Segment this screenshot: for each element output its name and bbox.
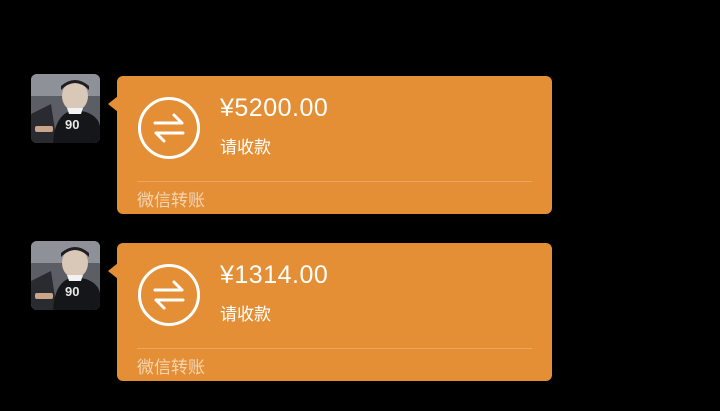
transfer-bubble[interactable]: ¥1314.00 请收款 微信转账 — [108, 243, 552, 381]
transfer-arrows-icon — [138, 97, 200, 159]
divider — [137, 348, 532, 349]
avatar[interactable]: 90 — [31, 74, 100, 143]
message-row: 90 ¥5200.00 请收款 微信转账 — [0, 74, 720, 214]
transfer-amount: ¥5200.00 — [220, 94, 329, 122]
chat-area: 90 ¥5200.00 请收款 微信转账 90 ¥1314.00 请收款 微信转… — [0, 0, 720, 411]
divider — [137, 181, 532, 182]
transfer-source-label: 微信转账 — [137, 358, 205, 378]
user-photo-icon: 90 — [31, 74, 100, 143]
transfer-status: 请收款 — [220, 138, 271, 158]
svg-text:90: 90 — [65, 117, 79, 132]
transfer-status: 请收款 — [220, 305, 271, 325]
bubble-tail — [108, 263, 118, 279]
transfer-amount: ¥1314.00 — [220, 261, 329, 289]
avatar[interactable]: 90 — [31, 241, 100, 310]
user-photo-icon: 90 — [31, 241, 100, 310]
transfer-source-label: 微信转账 — [137, 191, 205, 211]
svg-text:90: 90 — [65, 284, 79, 299]
transfer-bubble[interactable]: ¥5200.00 请收款 微信转账 — [108, 76, 552, 214]
message-row: 90 ¥1314.00 请收款 微信转账 — [0, 241, 720, 381]
bubble-tail — [108, 96, 118, 112]
transfer-arrows-icon — [138, 264, 200, 326]
